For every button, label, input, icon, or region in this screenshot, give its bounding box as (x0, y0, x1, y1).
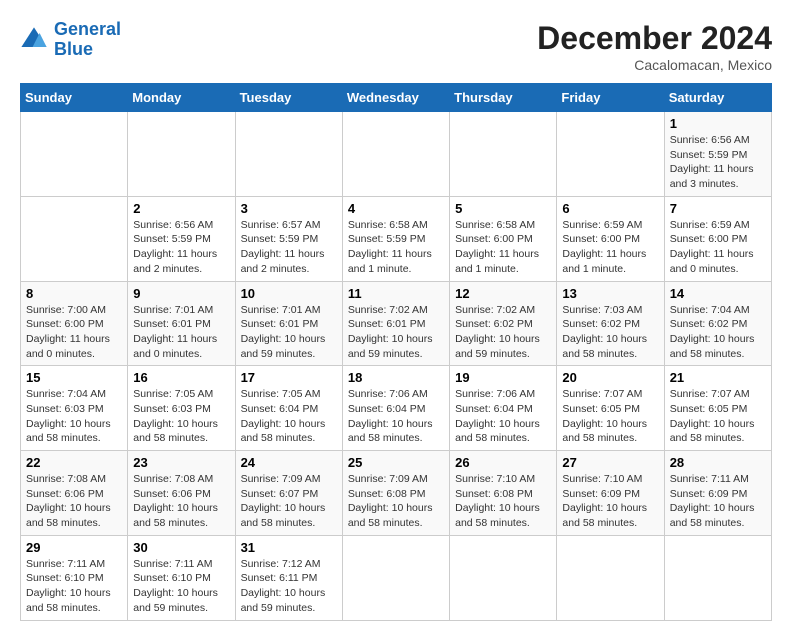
calendar-day-21: 21Sunrise: 7:07 AMSunset: 6:05 PMDayligh… (664, 366, 771, 451)
logo-line1: General (54, 19, 121, 39)
calendar-day-30: 30Sunrise: 7:11 AMSunset: 6:10 PMDayligh… (128, 535, 235, 620)
days-header-row: SundayMondayTuesdayWednesdayThursdayFrid… (21, 84, 772, 112)
calendar-week-3: 8Sunrise: 7:00 AMSunset: 6:00 PMDaylight… (21, 281, 772, 366)
empty-cell (450, 535, 557, 620)
calendar-table: SundayMondayTuesdayWednesdayThursdayFrid… (20, 83, 772, 621)
empty-cell (557, 535, 664, 620)
calendar-day-15: 15Sunrise: 7:04 AMSunset: 6:03 PMDayligh… (21, 366, 128, 451)
day-header-saturday: Saturday (664, 84, 771, 112)
day-header-friday: Friday (557, 84, 664, 112)
calendar-day-26: 26Sunrise: 7:10 AMSunset: 6:08 PMDayligh… (450, 451, 557, 536)
calendar-day-2: 2Sunrise: 6:56 AMSunset: 5:59 PMDaylight… (128, 196, 235, 281)
logo: General Blue (20, 20, 121, 60)
calendar-day-20: 20Sunrise: 7:07 AMSunset: 6:05 PMDayligh… (557, 366, 664, 451)
day-header-monday: Monday (128, 84, 235, 112)
calendar-day-12: 12Sunrise: 7:02 AMSunset: 6:02 PMDayligh… (450, 281, 557, 366)
calendar-day-25: 25Sunrise: 7:09 AMSunset: 6:08 PMDayligh… (342, 451, 449, 536)
day-header-thursday: Thursday (450, 84, 557, 112)
calendar-day-3: 3Sunrise: 6:57 AMSunset: 5:59 PMDaylight… (235, 196, 342, 281)
calendar-day-29: 29Sunrise: 7:11 AMSunset: 6:10 PMDayligh… (21, 535, 128, 620)
calendar-week-1: 1Sunrise: 6:56 AMSunset: 5:59 PMDaylight… (21, 112, 772, 197)
calendar-day-1: 1Sunrise: 6:56 AMSunset: 5:59 PMDaylight… (664, 112, 771, 197)
location: Cacalomacan, Mexico (537, 57, 772, 73)
empty-cell (128, 112, 235, 197)
calendar-day-18: 18Sunrise: 7:06 AMSunset: 6:04 PMDayligh… (342, 366, 449, 451)
calendar-day-22: 22Sunrise: 7:08 AMSunset: 6:06 PMDayligh… (21, 451, 128, 536)
calendar-day-23: 23Sunrise: 7:08 AMSunset: 6:06 PMDayligh… (128, 451, 235, 536)
day-header-wednesday: Wednesday (342, 84, 449, 112)
month-title: December 2024 (537, 20, 772, 57)
calendar-week-2: 2Sunrise: 6:56 AMSunset: 5:59 PMDaylight… (21, 196, 772, 281)
empty-cell (21, 196, 128, 281)
calendar-day-16: 16Sunrise: 7:05 AMSunset: 6:03 PMDayligh… (128, 366, 235, 451)
logo-line2: Blue (54, 39, 93, 59)
calendar-day-10: 10Sunrise: 7:01 AMSunset: 6:01 PMDayligh… (235, 281, 342, 366)
calendar-day-9: 9Sunrise: 7:01 AMSunset: 6:01 PMDaylight… (128, 281, 235, 366)
calendar-day-6: 6Sunrise: 6:59 AMSunset: 6:00 PMDaylight… (557, 196, 664, 281)
empty-cell (235, 112, 342, 197)
calendar-week-4: 15Sunrise: 7:04 AMSunset: 6:03 PMDayligh… (21, 366, 772, 451)
calendar-day-4: 4Sunrise: 6:58 AMSunset: 5:59 PMDaylight… (342, 196, 449, 281)
empty-cell (557, 112, 664, 197)
calendar-day-14: 14Sunrise: 7:04 AMSunset: 6:02 PMDayligh… (664, 281, 771, 366)
empty-cell (342, 535, 449, 620)
header: General Blue December 2024 Cacalomacan, … (20, 20, 772, 73)
calendar-day-24: 24Sunrise: 7:09 AMSunset: 6:07 PMDayligh… (235, 451, 342, 536)
empty-cell (664, 535, 771, 620)
empty-cell (21, 112, 128, 197)
empty-cell (342, 112, 449, 197)
calendar-day-28: 28Sunrise: 7:11 AMSunset: 6:09 PMDayligh… (664, 451, 771, 536)
calendar-day-11: 11Sunrise: 7:02 AMSunset: 6:01 PMDayligh… (342, 281, 449, 366)
calendar-day-7: 7Sunrise: 6:59 AMSunset: 6:00 PMDaylight… (664, 196, 771, 281)
logo-icon (20, 26, 48, 54)
day-header-sunday: Sunday (21, 84, 128, 112)
calendar-day-27: 27Sunrise: 7:10 AMSunset: 6:09 PMDayligh… (557, 451, 664, 536)
day-header-tuesday: Tuesday (235, 84, 342, 112)
calendar-day-8: 8Sunrise: 7:00 AMSunset: 6:00 PMDaylight… (21, 281, 128, 366)
calendar-day-19: 19Sunrise: 7:06 AMSunset: 6:04 PMDayligh… (450, 366, 557, 451)
calendar-day-13: 13Sunrise: 7:03 AMSunset: 6:02 PMDayligh… (557, 281, 664, 366)
calendar-day-31: 31Sunrise: 7:12 AMSunset: 6:11 PMDayligh… (235, 535, 342, 620)
calendar-day-5: 5Sunrise: 6:58 AMSunset: 6:00 PMDaylight… (450, 196, 557, 281)
calendar-week-5: 22Sunrise: 7:08 AMSunset: 6:06 PMDayligh… (21, 451, 772, 536)
calendar-day-17: 17Sunrise: 7:05 AMSunset: 6:04 PMDayligh… (235, 366, 342, 451)
calendar-week-6: 29Sunrise: 7:11 AMSunset: 6:10 PMDayligh… (21, 535, 772, 620)
empty-cell (450, 112, 557, 197)
title-area: December 2024 Cacalomacan, Mexico (537, 20, 772, 73)
